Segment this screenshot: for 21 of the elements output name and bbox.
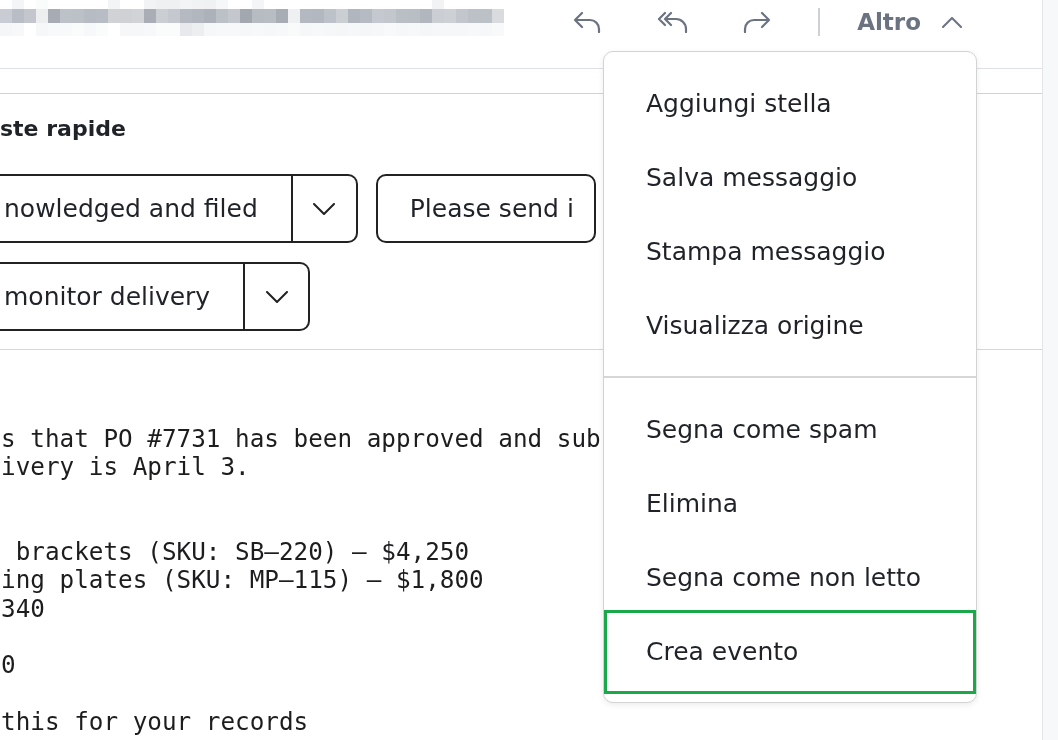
double-reply-arrow-icon <box>656 11 688 33</box>
menu-item[interactable]: Elimina <box>608 466 972 541</box>
more-menu-button[interactable]: Altro <box>857 2 962 42</box>
email-body-text: s that PO #7731 has been approved and sub ivery is April 3. brackets (SKU: SB–220) – $4,250 ing plates (SKU: MP–115) – $1,800 340 0 this for your records <box>0 425 601 737</box>
quick-reply-button[interactable]: monitor delivery <box>0 262 246 331</box>
chevron-down-icon <box>265 290 288 303</box>
menu-item[interactable]: Visualizza origine <box>608 288 972 362</box>
dropdown-toggle-button[interactable] <box>245 262 311 331</box>
quick-reply-button[interactable]: Please send i <box>375 174 596 243</box>
quick-reply-button[interactable]: nowledged and filed <box>0 174 293 243</box>
chevron-up-icon <box>942 16 962 28</box>
reply-arrow-icon <box>573 11 602 33</box>
forward-arrow-icon <box>743 11 772 33</box>
menu-item[interactable]: Crea evento <box>604 609 976 694</box>
menu-item[interactable]: Stampa messaggio <box>608 214 972 288</box>
menu-item[interactable]: Aggiungi stella <box>608 66 972 140</box>
section-title: ste rapide <box>0 115 126 143</box>
dropdown-toggle-button[interactable] <box>292 174 358 243</box>
chevron-down-icon <box>313 202 336 215</box>
menu-item[interactable]: Segna come spam <box>608 392 972 467</box>
menu-item[interactable]: Salva messaggio <box>608 140 972 214</box>
